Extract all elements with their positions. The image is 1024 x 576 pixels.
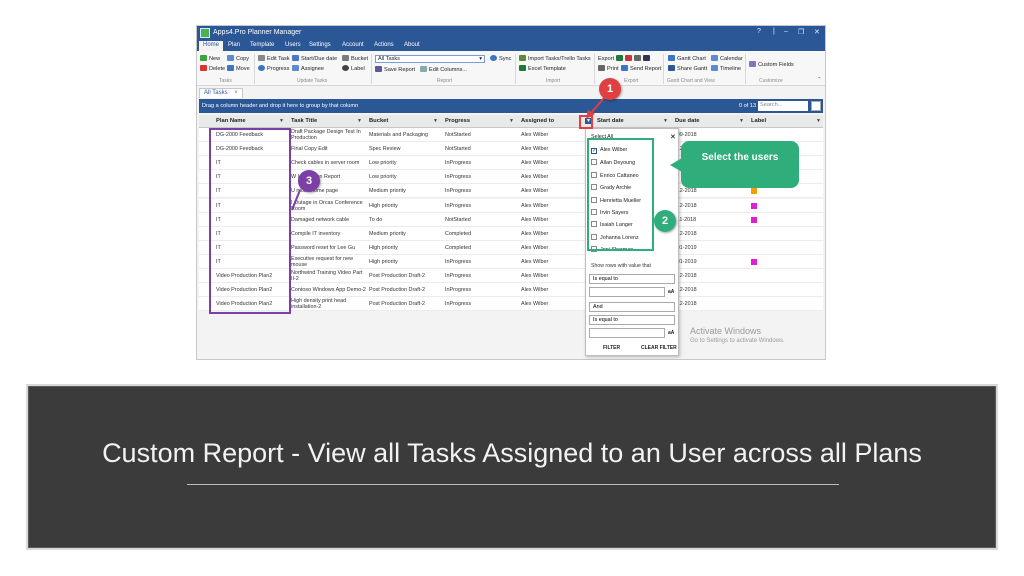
arrow-1-line (589, 97, 605, 115)
callout-2: 2 (654, 210, 676, 232)
caption-panel: Custom Report - View all Tasks Assigned … (26, 384, 998, 550)
arrow-3-line (291, 189, 301, 211)
select-users-bubble: Select the users (681, 141, 799, 188)
arrow-1-head (586, 110, 595, 119)
caption-title: Custom Report - View all Tasks Assigned … (102, 438, 922, 468)
callout-1: 1 (599, 78, 621, 100)
callout-3: 3 (298, 170, 320, 192)
caption-underline (187, 484, 839, 485)
